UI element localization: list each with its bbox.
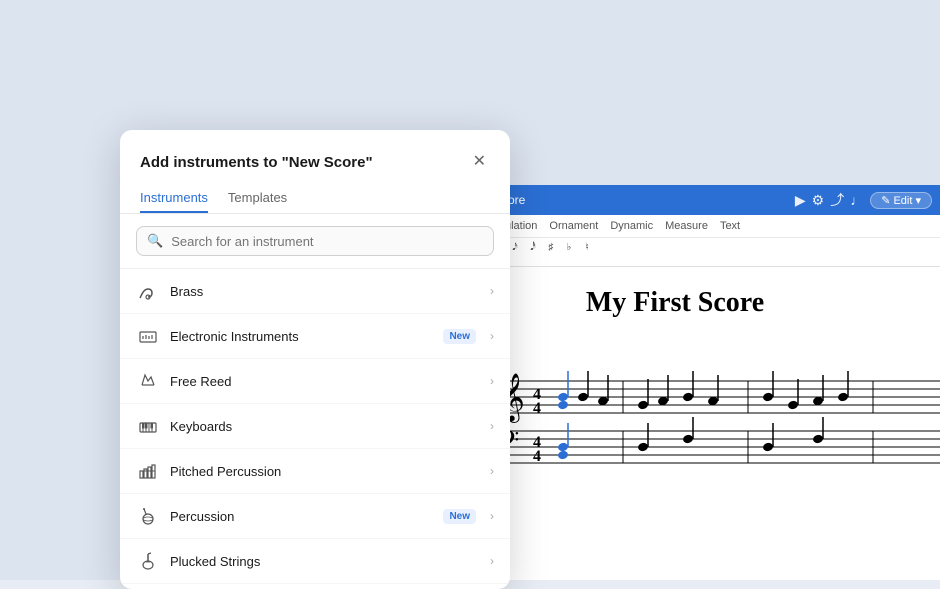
chevron-freereed: › [490, 374, 494, 388]
modal-close-button[interactable]: ✕ [469, 150, 490, 174]
list-item[interactable]: Free Reed › [120, 359, 510, 404]
note-icon-9: ♮ [580, 242, 594, 253]
search-input-wrapper: 🔍 [136, 226, 494, 256]
new-badge-percussion: New [443, 509, 476, 524]
tab-ornament[interactable]: Ornament [549, 220, 598, 236]
metronome-button[interactable]: ♩ [850, 192, 864, 208]
tab-dynamic[interactable]: Dynamic [610, 220, 653, 236]
search-icon: 🔍 [147, 233, 163, 249]
electronic-icon [136, 324, 160, 348]
search-input[interactable] [171, 234, 483, 249]
chevron-electronic: › [490, 329, 494, 343]
keyboards-icon [136, 414, 160, 438]
modal-tabs: Instruments Templates [120, 174, 510, 214]
plucked-icon [136, 549, 160, 573]
instrument-name-brass: Brass [170, 284, 480, 299]
share-button[interactable]: ⤴ [830, 190, 844, 210]
tab-templates[interactable]: Templates [228, 184, 287, 213]
list-item[interactable]: Strings New › [120, 584, 510, 589]
edit-button[interactable]: ✎ Edit ▾ [870, 192, 932, 209]
tab-measure[interactable]: Measure [665, 220, 708, 236]
list-item[interactable]: Pitched Percussion › [120, 449, 510, 494]
chevron-brass: › [490, 284, 494, 298]
new-badge-electronic: New [443, 329, 476, 344]
chevron-pitchedperc: › [490, 464, 494, 478]
note-icon-6: 𝅘𝅥𝅰 [526, 242, 540, 253]
tab-instruments[interactable]: Instruments [140, 184, 208, 213]
list-item[interactable]: Brass › [120, 269, 510, 314]
instrument-list: Brass › Electronic Instruments New › [120, 269, 510, 589]
pitchedperc-icon [136, 459, 160, 483]
chevron-plucked: › [490, 554, 494, 568]
list-item[interactable]: Electronic Instruments New › [120, 314, 510, 359]
instrument-name-freereed: Free Reed [170, 374, 480, 389]
svg-text:4: 4 [533, 448, 541, 465]
add-instruments-modal: Add instruments to "New Score" ✕ Instrum… [120, 130, 510, 589]
note-icon-8: ♭ [562, 242, 576, 253]
staff-svg: 𝄞 𝄢 4 4 4 4 [478, 361, 940, 486]
percussion-icon [136, 504, 160, 528]
instrument-name-keyboards: Keyboards [170, 419, 480, 434]
tab-text[interactable]: Text [720, 220, 740, 236]
note-icon-5: 𝅘𝅥𝅯 [508, 242, 522, 253]
list-item[interactable]: Plucked Strings › [120, 539, 510, 584]
instrument-name-pitchedperc: Pitched Percussion [170, 464, 480, 479]
instrument-name-percussion: Percussion [170, 509, 433, 524]
instrument-name-electronic: Electronic Instruments [170, 329, 433, 344]
modal-header: Add instruments to "New Score" ✕ [120, 130, 510, 174]
list-item[interactable]: Keyboards › [120, 404, 510, 449]
chevron-keyboards: › [490, 419, 494, 433]
search-container: 🔍 [120, 214, 510, 269]
list-item[interactable]: Percussion New › [120, 494, 510, 539]
svg-text:4: 4 [533, 400, 541, 417]
note-icon-7: ♯ [544, 242, 558, 253]
instrument-name-plucked: Plucked Strings [170, 554, 480, 569]
brass-icon [136, 279, 160, 303]
play-button[interactable]: ▶ [795, 192, 806, 209]
settings-button[interactable]: ⚙ [812, 192, 825, 209]
chevron-percussion: › [490, 509, 494, 523]
freereed-icon [136, 369, 160, 393]
modal-title: Add instruments to "New Score" [140, 154, 373, 171]
score-controls: ▶ ⚙ ⤴ ♩ ✎ Edit ▾ [795, 190, 932, 210]
